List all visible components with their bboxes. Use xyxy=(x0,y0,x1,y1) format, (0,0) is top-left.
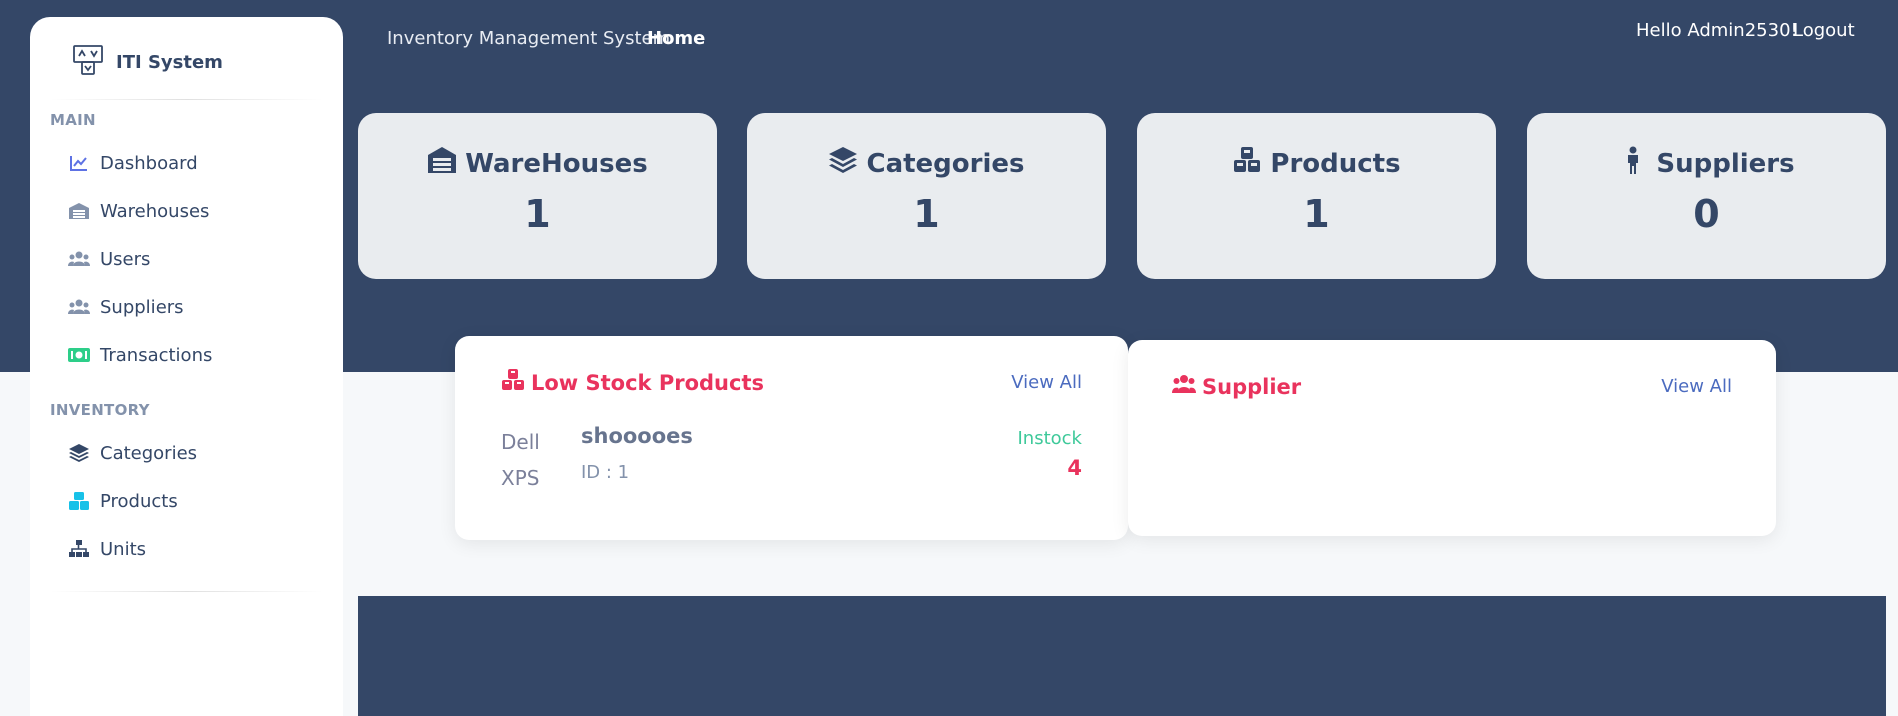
section-title-main: MAIN xyxy=(50,111,96,129)
panel-title: Supplier xyxy=(1172,372,1301,401)
nav-link-home[interactable]: Home xyxy=(647,28,705,49)
layer-group-icon xyxy=(68,442,90,464)
stat-title: WareHouses xyxy=(465,148,648,179)
sidebar-brand[interactable]: ITI System xyxy=(72,44,223,80)
stat-card-suppliers[interactable]: Suppliers 0 xyxy=(1527,113,1886,279)
sidebar-item-label: Warehouses xyxy=(100,200,210,222)
user-greeting: Hello Admin2530! xyxy=(1636,20,1798,41)
divider xyxy=(50,591,323,592)
stat-title: Products xyxy=(1270,148,1401,179)
person-icon xyxy=(1618,145,1656,182)
stat-value: 1 xyxy=(1303,192,1330,236)
sidebar-item-suppliers[interactable]: Suppliers xyxy=(68,292,184,322)
product-image-broken: Dell XPS xyxy=(501,430,540,490)
divider xyxy=(50,99,323,100)
view-all-low-stock-link[interactable]: View All xyxy=(1011,372,1082,393)
stat-value: 1 xyxy=(913,192,940,236)
chart-line-icon xyxy=(68,152,90,174)
stock-quantity: 4 xyxy=(1067,456,1082,480)
sidebar-item-dashboard[interactable]: Dashboard xyxy=(68,148,198,178)
sidebar-item-label: Suppliers xyxy=(100,296,184,318)
product-id: ID : 1 xyxy=(581,462,630,483)
sidebar-item-label: Products xyxy=(100,490,178,512)
stock-status: Instock xyxy=(1017,428,1083,449)
sidebar-item-label: Users xyxy=(100,248,151,270)
cubes-icon xyxy=(1232,145,1270,182)
product-name[interactable]: shooooes xyxy=(581,424,693,448)
stat-title: Suppliers xyxy=(1656,148,1795,179)
sidebar-item-products[interactable]: Products xyxy=(68,486,178,516)
supplier-title: Supplier xyxy=(1202,374,1302,399)
warehouse-icon xyxy=(68,200,90,222)
warehouse-icon xyxy=(427,145,465,182)
sitemap-icon xyxy=(68,538,90,560)
sidebar-item-units[interactable]: Units xyxy=(68,534,146,564)
cubes-icon xyxy=(501,368,531,397)
layer-group-icon xyxy=(828,145,866,182)
navbar-brand-link[interactable]: Inventory Management System xyxy=(387,28,670,49)
sidebar-item-users[interactable]: Users xyxy=(68,244,150,274)
low-stock-panel: Low Stock Products View All Dell XPS sho… xyxy=(455,336,1128,540)
brand-name: ITI System xyxy=(116,51,223,73)
stat-value: 0 xyxy=(1693,192,1720,236)
supplier-panel: Supplier View All xyxy=(1128,340,1776,536)
sidebar-item-label: Transactions xyxy=(100,344,213,366)
sidebar-item-label: Dashboard xyxy=(100,152,198,174)
sidebar-item-categories[interactable]: Categories xyxy=(68,438,197,468)
system-logo-icon xyxy=(72,44,104,80)
logout-link[interactable]: Logout xyxy=(1793,20,1855,41)
sidebar-item-label: Units xyxy=(100,538,147,560)
sidebar-item-label: Categories xyxy=(100,442,198,464)
stat-card-products[interactable]: Products 1 xyxy=(1137,113,1496,279)
money-bill-icon xyxy=(68,344,90,366)
users-icon xyxy=(68,248,90,270)
users-icon xyxy=(1172,372,1202,401)
section-title-inventory: INVENTORY xyxy=(50,401,150,419)
low-stock-title: Low Stock Products xyxy=(531,370,764,395)
panel-title: Low Stock Products xyxy=(501,368,764,397)
stat-value: 1 xyxy=(524,192,551,236)
sidebar: ITI System MAIN Dashboard Warehouses Use… xyxy=(30,17,343,716)
sidebar-item-transactions[interactable]: Transactions xyxy=(68,340,212,370)
view-all-supplier-link[interactable]: View All xyxy=(1661,376,1732,397)
users-icon xyxy=(68,296,90,318)
stat-card-categories[interactable]: Categories 1 xyxy=(747,113,1106,279)
cubes-icon xyxy=(68,490,90,512)
stat-card-warehouses[interactable]: WareHouses 1 xyxy=(358,113,717,279)
footer-background xyxy=(358,596,1886,716)
sidebar-item-warehouses[interactable]: Warehouses xyxy=(68,196,209,226)
stat-title: Categories xyxy=(866,148,1025,179)
